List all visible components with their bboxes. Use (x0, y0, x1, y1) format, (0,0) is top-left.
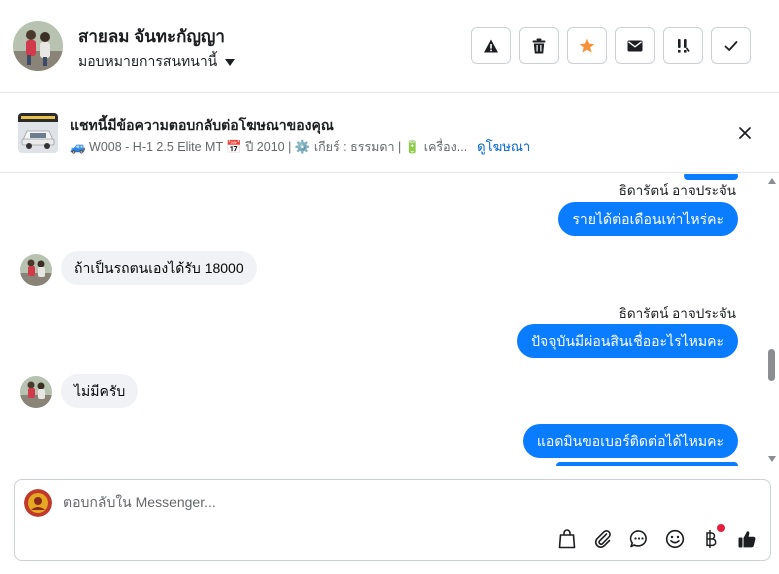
star-icon (579, 38, 595, 53)
ad-thumbnail[interactable] (18, 113, 58, 153)
page-avatar (24, 489, 52, 517)
emoji-icon (665, 529, 685, 549)
message-sender: ธิดารัตน์ อาจประจัน (618, 306, 736, 321)
contact-avatar[interactable] (13, 21, 63, 71)
checkmark-icon (724, 40, 738, 51)
chat-scrollbar[interactable] (765, 174, 779, 466)
ad-details: 🚙 W008 - H-1 2.5 Elite MT 📅 ปี 2010 | ⚙️… (70, 139, 468, 154)
saved-reply-icon (629, 530, 647, 548)
saved-replies-button[interactable] (628, 528, 650, 550)
emoji-button[interactable] (664, 528, 686, 550)
ad-banner-title: แชทนี้มีข้อความตอบกลับต่อโฆษณาของคุณ (70, 117, 334, 133)
message-bubble-outgoing[interactable]: รายได้ต่อเดือนเท่าไหร่คะ (558, 202, 738, 236)
message-bubble-partial (556, 462, 738, 466)
paperclip-icon (594, 530, 611, 548)
message-sender: ธิดารัตน์ อาจประจัน (618, 183, 736, 198)
trash-icon (532, 38, 546, 53)
scroll-up-arrow-icon[interactable] (768, 178, 776, 184)
follow-up-icon (678, 38, 690, 53)
ad-details-line: 🚙 W008 - H-1 2.5 Elite MT 📅 ปี 2010 | ⚙️… (70, 136, 530, 157)
caret-down-icon (225, 58, 236, 66)
assign-label: มอบหมายการสนทนานี้ (78, 53, 218, 69)
notification-dot (717, 524, 725, 532)
shopping-bag-button[interactable] (556, 528, 578, 550)
delete-button[interactable] (519, 27, 559, 64)
composer-tools (556, 524, 758, 550)
reply-composer (14, 479, 771, 561)
message-thread[interactable]: ธิดารัตน์ อาจประจัน รายได้ต่อเดือนเท่าไห… (0, 174, 779, 466)
close-icon (739, 127, 751, 139)
payment-button[interactable] (700, 524, 725, 550)
like-button[interactable] (736, 528, 758, 550)
message-bubble-incoming[interactable]: ถ้าเป็นรถตนเองได้รับ 18000 (61, 251, 257, 285)
contact-name: สายลม จันทะกัญญา (78, 27, 225, 46)
header-actions (471, 27, 751, 64)
scroll-down-arrow-icon[interactable] (768, 456, 776, 462)
envelope-icon (627, 40, 643, 51)
message-bubble-outgoing[interactable]: ปัจจุบันมีผ่อนสินเชื่ออะไรไหมคะ (517, 324, 738, 358)
close-banner-button[interactable] (735, 123, 755, 143)
ad-reply-banner: แชทนี้มีข้อความตอบกลับต่อโฆษณาของคุณ 🚙 W… (0, 93, 779, 173)
reply-input[interactable] (63, 494, 663, 510)
baht-icon (706, 530, 717, 548)
star-button[interactable] (567, 27, 607, 64)
mark-done-button[interactable] (711, 27, 751, 64)
thumbs-up-icon (738, 531, 756, 548)
message-bubble-incoming[interactable]: ไม่มีครับ (61, 374, 139, 408)
view-ad-link[interactable]: ดูโฆษณา (477, 136, 530, 157)
contact-avatar-small (20, 254, 52, 286)
follow-up-button[interactable] (663, 27, 703, 64)
assign-conversation-dropdown[interactable]: มอบหมายการสนทนานี้ (78, 51, 236, 73)
conversation-header: สายลม จันทะกัญญา มอบหมายการสนทนานี้ (0, 0, 779, 93)
report-spam-button[interactable] (471, 27, 511, 64)
warning-icon (484, 39, 498, 52)
contact-avatar-small (20, 376, 52, 408)
message-bubble-outgoing[interactable]: แอดมินขอเบอร์ติดต่อได้ไหมคะ (522, 424, 738, 458)
shopping-bag-icon (558, 529, 576, 549)
attach-button[interactable] (592, 528, 614, 550)
scrollbar-thumb[interactable] (768, 349, 775, 381)
mark-unread-button[interactable] (615, 27, 655, 64)
